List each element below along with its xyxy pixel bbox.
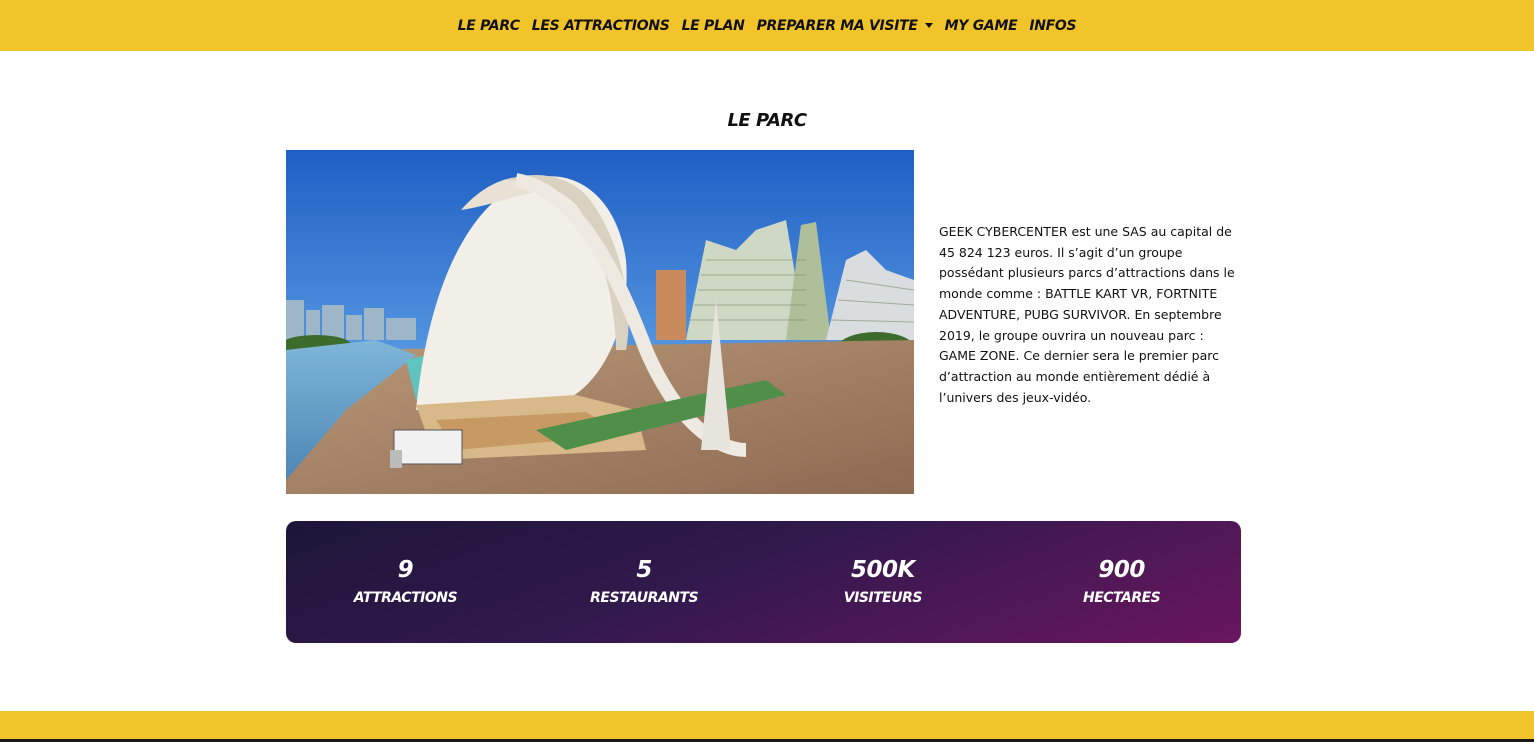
caret-down-icon: [924, 23, 933, 28]
park-description: GEEK CYBERCENTER est une SAS au capital …: [939, 224, 1235, 405]
nav-item-le-plan[interactable]: LE PLAN: [676, 18, 751, 34]
top-navbar: LE PARC LES ATTRACTIONS LE PLAN PREPARER…: [0, 0, 1534, 51]
stat-value: 900: [1098, 557, 1145, 583]
stat-visiteurs: 500K VISITEURS: [767, 555, 998, 609]
nav-item-label: MY GAME: [944, 17, 1018, 34]
park-photo: [286, 150, 914, 494]
stat-value: 9: [397, 557, 414, 583]
page-title: LE PARC: [727, 110, 807, 131]
nav-item-le-parc[interactable]: LE PARC: [452, 18, 526, 34]
nav-menu: LE PARC LES ATTRACTIONS LE PLAN PREPARER…: [0, 0, 1534, 51]
nav-item-my-game[interactable]: MY GAME: [939, 18, 1024, 34]
nav-item-label: LES ATTRACTIONS: [531, 17, 670, 34]
nav-item-les-attractions[interactable]: LES ATTRACTIONS: [526, 18, 676, 34]
footer-bar: [0, 711, 1534, 742]
nav-item-infos[interactable]: INFOS: [1023, 18, 1082, 34]
stat-hectares: 900 HECTARES: [1006, 555, 1237, 609]
stat-restaurants: 5 RESTAURANTS: [529, 555, 760, 609]
nav-item-label: PREPARER MA VISITE: [756, 17, 918, 34]
stat-label: ATTRACTIONS: [353, 590, 458, 606]
stat-label: RESTAURANTS: [590, 590, 699, 606]
stat-label: HECTARES: [1082, 590, 1161, 606]
nav-item-label: LE PLAN: [681, 17, 745, 34]
stats-banner: 9 ATTRACTIONS 5 RESTAURANTS 500K VISITEU…: [286, 521, 1241, 643]
stat-value: 5: [636, 557, 652, 583]
nav-item-label: LE PARC: [457, 17, 520, 34]
stat-attractions: 9 ATTRACTIONS: [290, 555, 521, 609]
nav-item-preparer-ma-visite[interactable]: PREPARER MA VISITE: [751, 18, 939, 34]
stat-label: VISITEURS: [843, 590, 923, 606]
stat-value: 500K: [850, 557, 915, 583]
nav-item-label: INFOS: [1029, 17, 1077, 34]
